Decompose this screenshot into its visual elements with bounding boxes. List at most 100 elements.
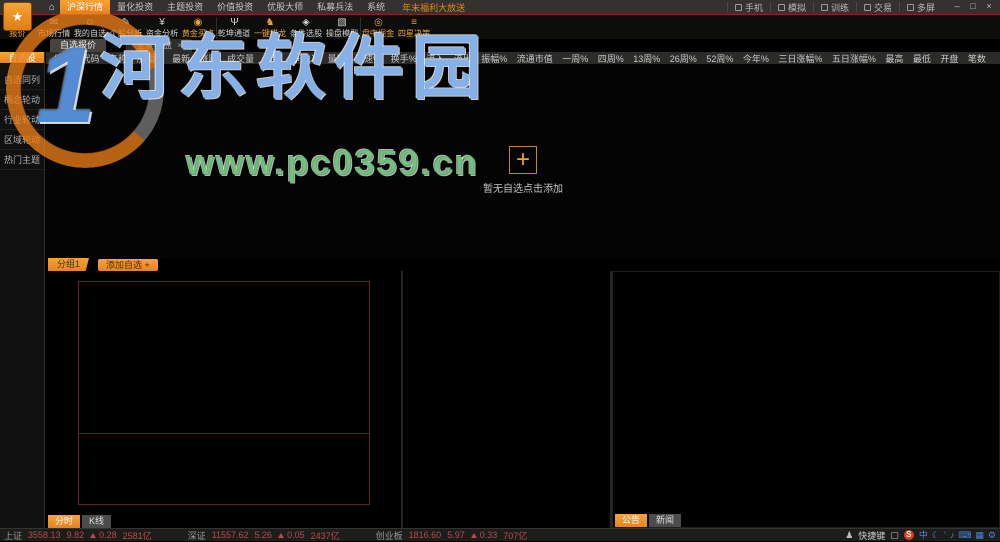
news-tab[interactable]: 新闻 xyxy=(649,514,681,527)
toolbar-button[interactable]: ≡ 四星决策 xyxy=(396,17,432,39)
sidebar-item[interactable]: 概念轮动 xyxy=(0,90,44,110)
ime-keyboard-icon[interactable]: ⌨ xyxy=(958,530,971,540)
column-header[interactable]: 最低 xyxy=(913,52,931,64)
quick-link[interactable]: 交易 xyxy=(856,2,899,12)
column-header[interactable]: 名称 xyxy=(109,52,127,64)
sidebar-item[interactable]: 自选同列 xyxy=(0,70,44,90)
column-header[interactable]: 13周% xyxy=(633,52,660,64)
app-logo-icon[interactable]: ★ xyxy=(3,2,32,31)
document-icon[interactable]: ▢ xyxy=(890,530,899,541)
condition-stockpick-icon: ◈ xyxy=(302,17,310,28)
column-header[interactable]: 振幅% xyxy=(481,52,507,64)
news-tab[interactable]: 公告 xyxy=(615,514,647,527)
ime-toolbox-icon[interactable]: ▦ xyxy=(975,530,984,540)
quick-link[interactable]: 模拟 xyxy=(770,2,813,12)
empty-state-text: 暂无自选点击添加 xyxy=(483,180,563,195)
column-header[interactable]: 涨幅% xyxy=(137,52,163,64)
column-header[interactable]: 五日涨幅% xyxy=(832,52,876,64)
ime-halfwidth-icon[interactable]: ☾ xyxy=(932,530,940,540)
menu-item[interactable]: 主题投资 xyxy=(160,0,210,14)
ime-lang-icon[interactable]: 中 xyxy=(919,530,928,540)
column-header[interactable]: 金额 xyxy=(264,52,282,64)
column-header[interactable]: 编辑 xyxy=(54,52,72,64)
index-quote[interactable]: 创业板 1816.60 5.97 0.33 707亿 xyxy=(376,529,528,542)
menu-item[interactable]: 系统 xyxy=(360,0,392,14)
toolbar-button[interactable]: ✉ 市场行情 xyxy=(36,17,72,39)
index-value: 1816.60 xyxy=(409,530,442,540)
column-header[interactable]: 今年% xyxy=(743,52,769,64)
sogou-ime-icon[interactable]: S xyxy=(904,530,914,540)
toolbar-button[interactable]: ♞ 一键猎龙 xyxy=(252,17,288,39)
close-button[interactable]: × xyxy=(982,1,996,13)
index-quote[interactable]: 深证 11557.62 5.26 0.05 2437亿 xyxy=(188,529,340,542)
column-header[interactable]: 流通市值 xyxy=(517,52,553,64)
column-header[interactable]: 流入 xyxy=(426,52,444,64)
column-header[interactable]: 一周% xyxy=(562,52,588,64)
toolbar-button[interactable]: ◎ 盘中掘金 xyxy=(360,17,396,39)
column-header[interactable]: 成交量 xyxy=(227,52,254,64)
group-tab[interactable]: 分组1 xyxy=(48,258,89,271)
chart-tab[interactable]: K线 xyxy=(82,515,111,528)
ime-voice-icon[interactable]: ♪ xyxy=(950,530,955,540)
column-header[interactable]: 涨速% xyxy=(355,52,381,64)
quick-link[interactable]: 手机 xyxy=(727,2,770,12)
ime-punctuation-icon[interactable]: ’ xyxy=(944,530,946,540)
tray-app-icon[interactable]: ♟ xyxy=(845,530,853,541)
sidebar-item[interactable]: 自选股 xyxy=(0,52,44,64)
sidebar-item[interactable]: 区域轮动 xyxy=(0,130,44,150)
sidebar-item[interactable]: 热门主题 xyxy=(0,150,44,170)
index-value: 3558.13 xyxy=(28,530,61,540)
toolbar-button[interactable]: ◉ 黄金买点 xyxy=(180,17,216,39)
menu-item[interactable]: 沪深行情 xyxy=(60,0,110,14)
toolbar-button[interactable]: ✎ 个股分析 xyxy=(108,17,144,39)
toolbar-button[interactable]: ¥ 资金分析 xyxy=(144,17,180,39)
news-tabs: 公告 新闻 xyxy=(615,514,681,527)
view-tab[interactable]: 全景看盘 × xyxy=(126,39,192,52)
column-header[interactable]: 开盘 xyxy=(940,52,958,64)
up-arrow-icon xyxy=(90,533,96,538)
add-favorite-button[interactable]: 添加自选 + xyxy=(98,259,158,271)
toolbar-button[interactable]: ◈ 条件选股 xyxy=(288,17,324,39)
column-header[interactable]: 26周% xyxy=(670,52,697,64)
index-quote[interactable]: 上证 3558.13 9.82 0.28 2581亿 xyxy=(4,529,152,542)
minimize-button[interactable]: – xyxy=(950,1,964,13)
quick-link[interactable]: 训练 xyxy=(813,2,856,12)
column-header[interactable]: 最高 xyxy=(885,52,903,64)
chart-tab[interactable]: 分时 xyxy=(48,515,80,528)
column-header[interactable]: 量比 xyxy=(328,52,346,64)
index-name: 深证 xyxy=(188,529,206,542)
add-stock-button[interactable]: + xyxy=(509,146,537,174)
shortcut-key-label[interactable]: 快捷键 xyxy=(858,529,885,542)
intraday-gold-icon: ◎ xyxy=(374,17,383,28)
view-tab[interactable]: 自选报价 × xyxy=(50,39,106,52)
training-icon xyxy=(821,4,828,11)
menu-item[interactable]: 价值投资 xyxy=(210,0,260,14)
column-header[interactable]: 最新 xyxy=(172,52,190,64)
maximize-button[interactable]: □ xyxy=(966,1,980,13)
toolbar-button[interactable]: Ψ 乾坤通道 xyxy=(216,17,252,39)
quick-link[interactable]: 多屏 xyxy=(899,2,942,12)
ime-settings-icon[interactable]: ⚙ xyxy=(988,530,996,540)
promo-banner[interactable]: 年末福利大放送 xyxy=(402,1,465,14)
toolbar-button-label: 操盘模型 xyxy=(326,28,358,38)
four-star-decision-icon: ≡ xyxy=(411,17,417,28)
menu-item[interactable]: 优股大师 xyxy=(260,0,310,14)
menu-item[interactable]: 私募兵法 xyxy=(310,0,360,14)
home-icon[interactable]: ⌂ xyxy=(44,2,60,13)
column-header[interactable]: 换手% xyxy=(391,52,417,64)
menu-item[interactable]: 量化投资 xyxy=(110,0,160,14)
column-header[interactable]: 52周% xyxy=(706,52,733,64)
column-header[interactable]: 代码 xyxy=(82,52,100,64)
toolbar-button[interactable]: ▧ 操盘模型 xyxy=(324,17,360,39)
column-header[interactable]: 四周% xyxy=(598,52,624,64)
sidebar-item[interactable]: 行业轮动 xyxy=(0,110,44,130)
column-header[interactable]: 净流入 xyxy=(291,52,318,64)
column-header[interactable]: 流出 xyxy=(454,52,472,64)
dragon-hunt-icon: ♞ xyxy=(266,17,275,28)
chart-tab-label: K线 xyxy=(89,516,104,526)
column-header[interactable]: 笔数 xyxy=(968,52,986,64)
tab-close-icon[interactable]: × xyxy=(177,39,182,52)
toolbar-button[interactable]: ☺ 我的自选 xyxy=(72,17,108,39)
column-header[interactable]: 三日涨幅% xyxy=(778,52,822,64)
column-header[interactable]: 涨跌 xyxy=(200,52,218,64)
